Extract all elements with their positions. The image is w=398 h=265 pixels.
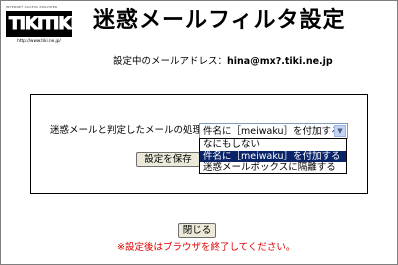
processing-dropdown-list: なにもしない 件名に［meiwaku］を付加する 迷惑メールボックスに隔離する [199,138,347,174]
option-do-nothing[interactable]: なにもしない [200,139,346,150]
tikitiki-logo: INTERNET ACCESS PROVIDER TIKITIKI http:/… [6,5,77,45]
mail-address-label: 設定中のメールアドレス： [113,56,228,67]
logo-box: TIKITIKI [6,11,77,37]
processing-select-value: 件名に［meiwaku］を付加する [203,126,341,137]
chevron-down-icon[interactable]: ▼ [334,125,346,137]
footer-note: ※設定後はブラウザを終了してください。 [117,242,296,253]
processing-select[interactable]: 件名に［meiwaku］を付加する ▼ [199,123,348,139]
logo-wordmark: TIKITIKI [9,14,78,35]
save-settings-button[interactable]: 設定を保存 [136,152,200,167]
mail-address-line: 設定中のメールアドレス：hina@mx?.tiki.ne.jp [113,55,333,69]
close-button[interactable]: 閉じる [178,223,216,238]
option-quarantine-mailbox[interactable]: 迷惑メールボックスに隔離する [200,162,346,173]
option-add-meiwaku-subject[interactable]: 件名に［meiwaku］を付加する [200,151,346,162]
mail-address-value: hina@mx?.tiki.ne.jp [227,56,333,67]
logo-url: http://www.tiki.ne.jp/ [17,38,61,43]
page-title: 迷惑メールフィルタ設定 [93,8,346,33]
logo-tagline: INTERNET ACCESS PROVIDER [6,5,58,9]
processing-label: 迷惑メールと判定したメールの処理 [50,125,203,136]
